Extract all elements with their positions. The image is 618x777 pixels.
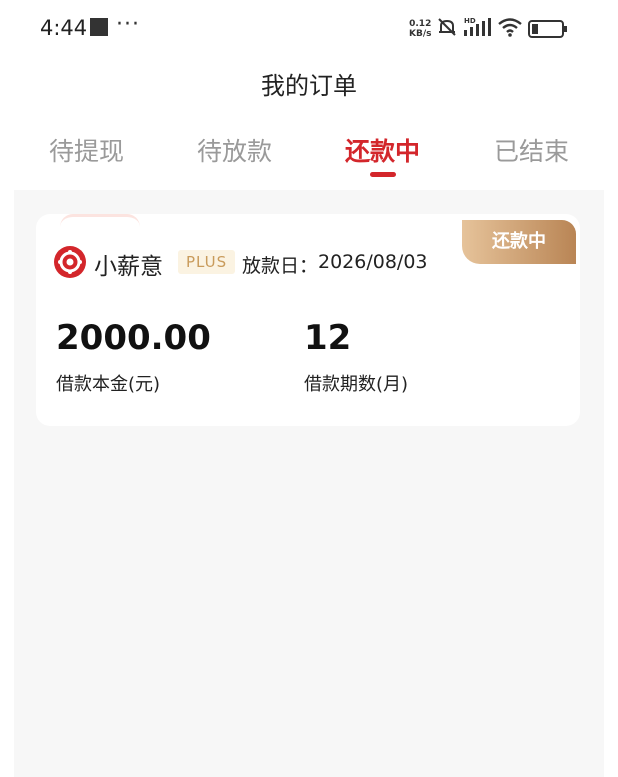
active-tab-indicator	[370, 172, 396, 177]
bell-muted-icon	[436, 16, 458, 42]
network-speed-value: 0.12	[409, 19, 432, 29]
disburse-date-label: 放款日：	[242, 255, 319, 277]
plus-tag: PLUS	[178, 250, 236, 274]
network-speed-unit: KB/s	[409, 29, 432, 39]
hd-label: HD	[464, 17, 476, 25]
loan-amount: 2000.00	[56, 318, 211, 358]
order-list: 还款中 小薪意 PLUS 放款日： 2026/08/03 2000.00 借款本…	[14, 190, 604, 777]
brand-name: 小薪意	[94, 254, 163, 280]
battery-icon	[528, 20, 568, 42]
card-decoration	[60, 214, 140, 227]
status-bar: 4:44 ··· 0.12 KB/s HD	[0, 0, 618, 60]
signal-icon: HD	[462, 16, 492, 42]
network-speed: 0.12 KB/s	[409, 19, 431, 39]
page-title: 我的订单	[261, 72, 357, 100]
loan-term: 12	[304, 318, 352, 358]
orders-page: 4:44 ··· 0.12 KB/s HD 我的订单 待提现 待放款 还款中 已…	[0, 0, 618, 777]
more-notifications-icon: ···	[116, 12, 140, 37]
stop-square-icon	[90, 18, 108, 36]
wifi-icon	[497, 16, 523, 42]
tab-pending-withdrawal[interactable]: 待提现	[49, 132, 124, 168]
tab-pending-disbursement[interactable]: 待放款	[197, 132, 272, 168]
order-card[interactable]: 还款中 小薪意 PLUS 放款日： 2026/08/03 2000.00 借款本…	[36, 214, 580, 426]
tab-finished[interactable]: 已结束	[494, 132, 569, 168]
tab-repaying[interactable]: 还款中	[345, 132, 420, 168]
loan-amount-label: 借款本金(元)	[56, 374, 161, 395]
status-time: 4:44	[40, 16, 88, 40]
status-badge: 还款中	[462, 220, 576, 264]
loan-term-label: 借款期数(月)	[304, 374, 409, 395]
brand-logo-icon	[54, 246, 86, 278]
disburse-date-value: 2026/08/03	[318, 251, 428, 273]
order-tabs: 待提现 待放款 还款中 已结束	[12, 128, 606, 188]
